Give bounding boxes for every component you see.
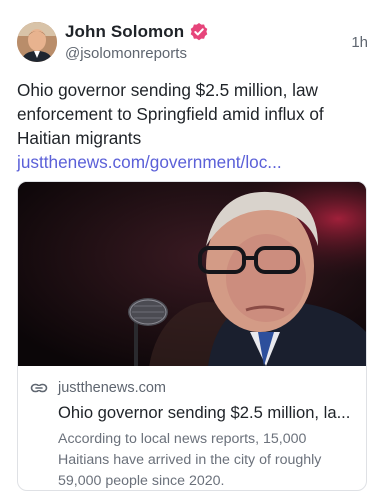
link-card-domain-row: justthenews.com xyxy=(30,378,354,398)
link-icon xyxy=(30,379,48,397)
name-row: John Solomon xyxy=(65,21,209,43)
link-card-title[interactable]: Ohio governor sending $2.5 million, la..… xyxy=(58,401,358,424)
post-header: John Solomon @jsolomonreports 1h xyxy=(17,18,368,66)
post-text: Ohio governor sending $2.5 million, law … xyxy=(17,78,367,174)
post-link[interactable]: justthenews.com/government/loc... xyxy=(17,152,282,172)
post-text-body: Ohio governor sending $2.5 million, law … xyxy=(17,80,324,148)
author-handle[interactable]: @jsolomonreports xyxy=(65,45,187,62)
link-card-domain: justthenews.com xyxy=(58,380,166,396)
post-timestamp[interactable]: 1h xyxy=(351,34,368,51)
avatar[interactable] xyxy=(17,22,57,62)
person-avatar-icon xyxy=(17,22,57,62)
link-card-description: According to local news reports, 15,000 … xyxy=(58,431,322,489)
display-name[interactable]: John Solomon xyxy=(65,22,184,42)
link-card-body: justthenews.com Ohio governor sending $2… xyxy=(18,366,366,490)
news-photo xyxy=(18,182,366,366)
post[interactable]: John Solomon @jsolomonreports 1h Ohio go… xyxy=(0,0,382,500)
verified-badge-icon xyxy=(189,22,209,42)
link-preview-card[interactable]: justthenews.com Ohio governor sending $2… xyxy=(17,181,367,491)
